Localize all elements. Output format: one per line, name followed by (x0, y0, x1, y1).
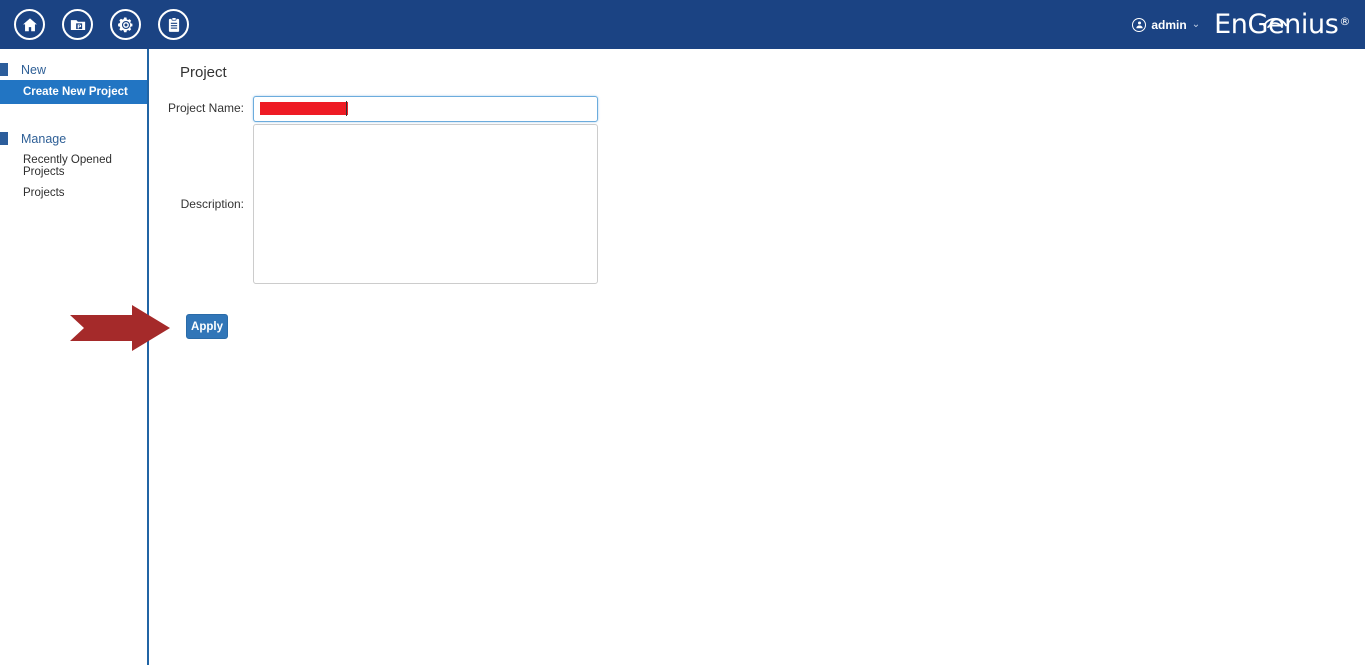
projects-icon[interactable]: P (62, 9, 93, 40)
user-name-label: admin (1151, 17, 1187, 32)
sidebar-item-label: Projects (23, 187, 65, 199)
redaction-bar (260, 102, 348, 115)
svg-text:P: P (77, 24, 81, 30)
project-name-input[interactable] (253, 96, 598, 122)
clipboard-icon[interactable] (158, 9, 189, 40)
description-input[interactable] (253, 124, 598, 284)
section-marker-icon (0, 132, 8, 145)
sidebar-item-create-new-project[interactable]: Create New Project (0, 80, 147, 104)
home-icon[interactable] (14, 9, 45, 40)
user-menu[interactable]: admin ⌄ (1132, 17, 1201, 32)
sidebar-item-label: Recently Opened Projects (23, 154, 112, 178)
sidebar-section-new: New (0, 59, 147, 80)
description-label: Description: (180, 197, 244, 211)
header-icon-group: P (14, 9, 189, 40)
registered-mark: ® (1339, 15, 1350, 28)
sidebar-section-manage: Manage (0, 128, 147, 149)
description-row: Description: (151, 124, 598, 284)
section-marker-icon (0, 63, 8, 76)
sidebar-item-projects[interactable]: Projects (0, 181, 147, 205)
page-title: Project (180, 64, 227, 81)
apply-button[interactable]: Apply (186, 314, 228, 339)
user-icon (1132, 17, 1147, 32)
project-name-row: Project Name: (151, 96, 598, 122)
top-header-bar: P admin ⌄ EnGenius ® (0, 0, 1365, 49)
header-right-group: admin ⌄ EnGenius ® (1132, 11, 1350, 38)
sidebar-section-label: New (21, 62, 47, 77)
gear-icon[interactable] (110, 9, 141, 40)
text-caret (346, 101, 347, 116)
sidebar-item-label: Create New Project (23, 86, 128, 98)
sidebar-item-recently-opened-projects[interactable]: Recently Opened Projects (0, 154, 147, 178)
engenius-logo: EnGenius ® (1214, 11, 1350, 38)
wifi-arc-icon (1262, 4, 1288, 35)
project-name-label: Project Name: (167, 101, 244, 115)
chevron-down-icon: ⌄ (1191, 18, 1201, 30)
main-content: Project Project Name: Description: Apply (151, 49, 1365, 665)
sidebar-section-label: Manage (21, 131, 67, 146)
sidebar-nav: New Create New Project Manage Recently O… (0, 49, 149, 665)
